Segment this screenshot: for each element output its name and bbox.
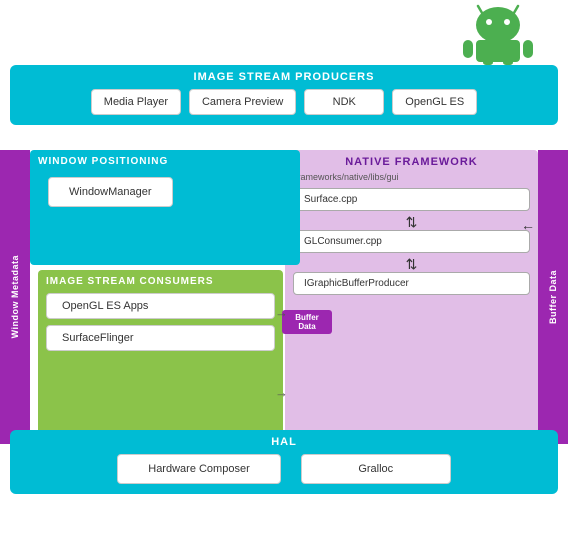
native-gl-consumer: GLConsumer.cpp <box>293 230 530 253</box>
window-positioning-title: WINDOW POSITIONING <box>38 156 292 167</box>
window-metadata-label: Window Metadata <box>10 255 20 338</box>
window-positioning-section: WINDOW POSITIONING WindowManager <box>30 150 300 265</box>
android-robot <box>458 0 538 65</box>
hal-gralloc: Gralloc <box>301 454 451 484</box>
consumers-title: IMAGE STREAM CONSUMERS <box>46 276 275 287</box>
native-framework-section: NATIVE FRAMEWORK frameworks/native/libs/… <box>285 150 538 444</box>
hal-section: HAL Hardware Composer Gralloc <box>10 430 558 494</box>
native-surface-cpp: Surface.cpp <box>293 188 530 211</box>
arrow-sf-to-framework: → <box>275 385 288 400</box>
arrow-into-surface: ← <box>521 217 535 233</box>
producer-media-player: Media Player <box>91 89 181 115</box>
buffer-data-right-area: Buffer Data <box>538 150 568 444</box>
arrow-consumers-to-framework: → <box>275 305 288 320</box>
producers-title: IMAGE STREAM PRODUCERS <box>20 71 548 83</box>
consumer-surface-flinger: SurfaceFlinger <box>46 325 275 351</box>
buffer-data-right-label: Buffer Data <box>548 270 558 324</box>
hal-title: HAL <box>20 436 548 448</box>
window-manager-box: WindowManager <box>48 177 173 207</box>
arrow-between-surface-gl: ⇅ <box>293 215 530 229</box>
image-stream-consumers-section: IMAGE STREAM CONSUMERS OpenGL ES Apps Su… <box>38 270 283 434</box>
buffer-data-small-label: Buffer Data <box>282 310 332 334</box>
producer-opengl-es: OpenGL ES <box>392 89 477 115</box>
producers-row: Media Player Camera Preview NDK OpenGL E… <box>20 89 548 115</box>
native-framework-path: frameworks/native/libs/gui <box>295 172 530 182</box>
image-stream-producers-section: IMAGE STREAM PRODUCERS Media Player Came… <box>10 65 558 125</box>
native-ibp: IGraphicBufferProducer <box>293 272 530 295</box>
hal-row: Hardware Composer Gralloc <box>20 454 548 484</box>
window-metadata-area: Window Metadata <box>0 150 30 444</box>
diagram-container: IMAGE STREAM PRODUCERS Media Player Came… <box>0 0 568 534</box>
native-framework-title: NATIVE FRAMEWORK <box>293 156 530 168</box>
producer-ndk: NDK <box>304 89 384 115</box>
arrow-between-gl-ibp: ⇅ <box>293 257 530 271</box>
hal-hardware-composer: Hardware Composer <box>117 454 280 484</box>
producer-camera-preview: Camera Preview <box>189 89 296 115</box>
consumer-opengl-apps: OpenGL ES Apps <box>46 293 275 319</box>
